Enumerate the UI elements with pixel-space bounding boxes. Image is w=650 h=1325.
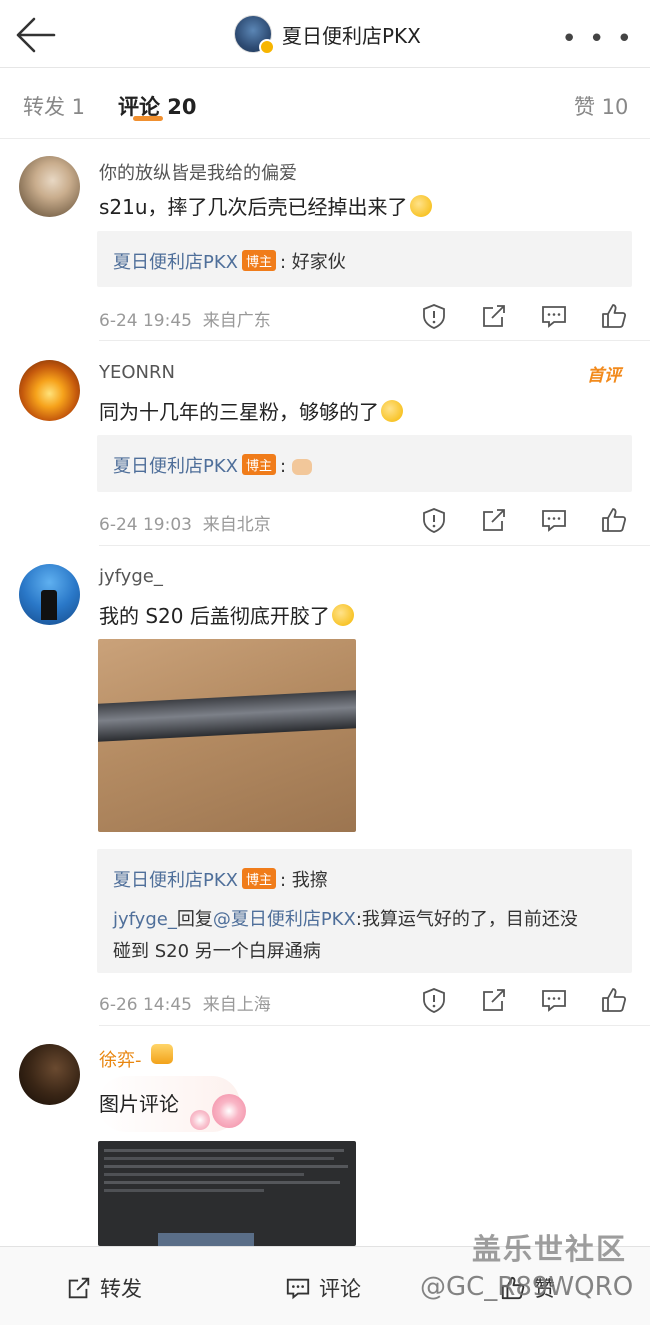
reply-box[interactable]: 夏日便利店PKX 博主: 我擦 jyfyge_回复@夏日便利店PKX:我算运气好的… xyxy=(97,849,632,973)
commenter-avatar[interactable] xyxy=(19,1044,80,1105)
report-icon[interactable] xyxy=(420,986,448,1014)
reply-author[interactable]: 夏日便利店PKX xyxy=(113,252,238,273)
header-avatar[interactable] xyxy=(234,15,275,55)
emoji-icon xyxy=(409,195,432,217)
divider xyxy=(99,340,650,341)
comment-text: 图片评论 xyxy=(99,1092,179,1116)
tab-reposts[interactable]: 转发 1 xyxy=(23,91,85,121)
top-bar: 夏日便利店PKX • • • xyxy=(0,0,650,68)
reply-text: : 我擦 xyxy=(280,870,328,891)
reply-mention[interactable]: @夏日便利店PKX xyxy=(213,909,356,930)
like-icon[interactable] xyxy=(600,986,628,1014)
reply-box[interactable]: 夏日便利店PKX 博主: 好家伙 xyxy=(97,231,632,287)
comment-time: 6-24 19:45 xyxy=(99,311,192,331)
reply-line: 夏日便利店PKX 博主: 好家伙 xyxy=(113,248,346,274)
back-arrow-icon[interactable] xyxy=(14,16,58,54)
comment-location: 来自广东 xyxy=(202,311,271,331)
host-badge: 博主 xyxy=(242,250,277,271)
share-icon[interactable] xyxy=(480,506,508,534)
reply-author[interactable]: 夏日便利店PKX xyxy=(113,456,238,477)
commenter-name[interactable]: jyfyge_ xyxy=(99,566,163,587)
comment-item: jyfyge_ 我的 S20 后盖彻底开胶了 夏日便利店PKX 博主: 我擦 jy… xyxy=(0,546,650,1026)
reply-line: 夏日便利店PKX 博主: xyxy=(113,452,313,478)
comment-button[interactable]: 评论 xyxy=(285,1273,361,1303)
comment-meta: 6-26 14:45 来自上海 xyxy=(99,990,271,1015)
watermark-brand: 盖乐世社区 xyxy=(472,1232,628,1266)
commenter-name[interactable]: 徐弈- xyxy=(99,1046,142,1072)
phone-edge xyxy=(98,690,356,742)
comment-time: 6-26 14:45 xyxy=(99,995,192,1015)
commenter-avatar[interactable] xyxy=(19,360,80,421)
comment-location: 来自北京 xyxy=(202,515,271,535)
comment-location: 来自上海 xyxy=(202,995,271,1015)
repost-button[interactable]: 转发 xyxy=(66,1273,142,1303)
host-badge: 博主 xyxy=(242,868,277,889)
verified-badge-icon xyxy=(259,39,275,55)
like-icon[interactable] xyxy=(600,506,628,534)
share-icon[interactable] xyxy=(480,302,508,330)
reply-text: : 好家伙 xyxy=(280,252,346,273)
comment-actions xyxy=(418,986,633,1016)
tab-bar: 转发 1 评论 20 赞 10 xyxy=(0,69,650,139)
flower-decoration-icon xyxy=(212,1094,246,1128)
like-icon[interactable] xyxy=(600,302,628,330)
reply-text: : xyxy=(280,456,287,477)
comment-meta: 6-24 19:45 来自广东 xyxy=(99,306,271,331)
repost-icon xyxy=(68,1277,90,1299)
header-title: 夏日便利店PKX xyxy=(282,23,421,48)
commenter-avatar[interactable] xyxy=(19,564,80,625)
reply-line: 碰到 S20 另一个白屏通病 xyxy=(113,937,321,963)
comment-text: 同为十几年的三星粉，够够的了 xyxy=(99,396,403,425)
host-badge: 博主 xyxy=(242,454,277,475)
share-icon[interactable] xyxy=(480,986,508,1014)
commenter-name[interactable]: 你的放纵皆是我给的偏爱 xyxy=(99,159,297,185)
comment-photo[interactable] xyxy=(98,639,356,832)
reply-connector: 回复 xyxy=(176,909,213,930)
emoji-icon xyxy=(331,604,354,626)
active-tab-indicator xyxy=(133,116,163,121)
comment-item: YEONRN 首评 同为十几年的三星粉，够够的了 夏日便利店PKX 博主: 6-2… xyxy=(0,342,650,546)
reply-author[interactable]: 夏日便利店PKX xyxy=(113,870,238,891)
reply-line: jyfyge_回复@夏日便利店PKX:我算运气好的了，目前还没 xyxy=(113,905,578,931)
commenter-avatar[interactable] xyxy=(19,156,80,217)
first-comment-badge: 首评 xyxy=(587,366,621,386)
more-options-icon[interactable]: • • • xyxy=(561,24,634,54)
crying-emoji-icon xyxy=(381,400,403,422)
comment-icon xyxy=(286,1278,310,1300)
comment-actions xyxy=(418,506,633,536)
flower-decoration-icon xyxy=(190,1110,210,1130)
comment-text: 我的 S20 后盖彻底开胶了 xyxy=(99,600,354,629)
reply-icon[interactable] xyxy=(540,986,568,1014)
reply-text: :我算运气好的了，目前还没 xyxy=(355,909,578,930)
comment-label: 评论 xyxy=(319,1277,361,1301)
comment-meta: 6-24 19:03 来自北京 xyxy=(99,510,271,535)
comment-screenshot-image[interactable] xyxy=(98,1141,356,1246)
reply-author[interactable]: jyfyge_ xyxy=(113,909,177,930)
commenter-name[interactable]: YEONRN xyxy=(99,362,175,383)
reply-text: 碰到 S20 另一个白屏通病 xyxy=(113,941,321,962)
reply-box[interactable]: 夏日便利店PKX 博主: xyxy=(97,435,632,492)
tab-likes[interactable]: 赞 10 xyxy=(574,91,628,121)
report-icon[interactable] xyxy=(420,506,448,534)
repost-label: 转发 xyxy=(100,1277,142,1301)
vip-crown-icon xyxy=(151,1044,173,1064)
comment-item: 你的放纵皆是我给的偏爱 s21u，摔了几次后壳已经掉出来了 夏日便利店PKX 博主… xyxy=(0,140,650,342)
header-account[interactable]: 夏日便利店PKX xyxy=(234,14,421,55)
report-icon[interactable] xyxy=(420,302,448,330)
reply-line: 夏日便利店PKX 博主: 我擦 xyxy=(113,866,328,892)
comment-item: 徐弈- 图片评论 xyxy=(0,1026,650,1246)
reply-icon[interactable] xyxy=(540,506,568,534)
watermark-handle: @GC_R89WQRO xyxy=(420,1272,634,1302)
reply-icon[interactable] xyxy=(540,302,568,330)
comment-actions xyxy=(418,302,633,332)
comment-time: 6-24 19:03 xyxy=(99,515,192,535)
handshake-emoji-icon xyxy=(292,459,313,475)
comment-text: s21u，摔了几次后壳已经掉出来了 xyxy=(99,191,432,220)
